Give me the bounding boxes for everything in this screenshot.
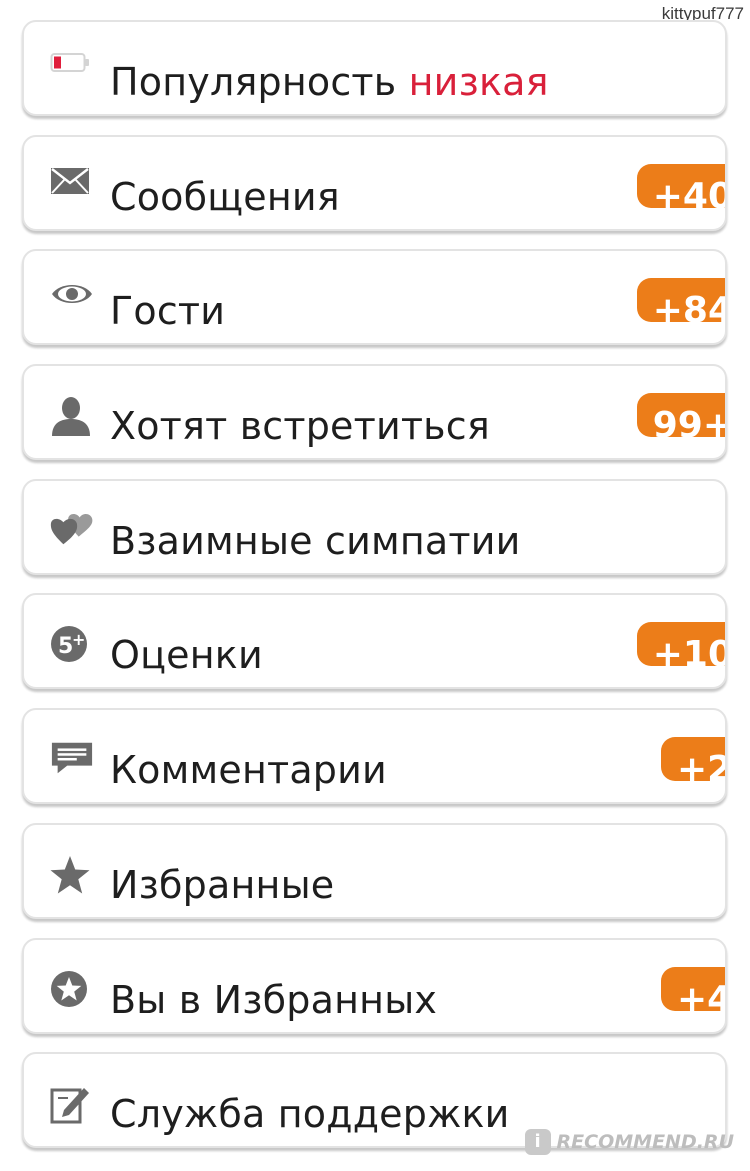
site-watermark: i RECOMMEND.RU bbox=[524, 1129, 734, 1155]
menu-item-in-favorites[interactable]: Вы в Избранных +4 bbox=[22, 937, 727, 1034]
counter-badge: +2 bbox=[661, 737, 725, 782]
menu-item-favorites[interactable]: Избранные bbox=[22, 822, 727, 919]
battery-low-icon bbox=[50, 52, 94, 88]
menu-item-label: Служба поддержки bbox=[110, 1092, 510, 1137]
menu-item-mutual-likes[interactable]: Взаимные симпатии bbox=[22, 478, 727, 575]
main-menu: Популярность низкая Сообщения +40 Гости … bbox=[22, 20, 727, 1167]
counter-badge: +10 bbox=[636, 622, 725, 667]
popularity-label: Популярность bbox=[110, 60, 397, 104]
menu-item-label: Взаимные симпатии bbox=[110, 518, 521, 563]
menu-item-messages[interactable]: Сообщения +40 bbox=[22, 134, 727, 231]
star-circle-icon bbox=[50, 970, 94, 1007]
menu-item-label: Избранные bbox=[110, 862, 335, 907]
counter-badge: +40 bbox=[636, 163, 725, 208]
star-icon bbox=[50, 855, 94, 894]
menu-item-ratings[interactable]: 5 + Оценки +10 bbox=[22, 593, 727, 690]
menu-item-comments[interactable]: Комментарии +2 bbox=[22, 708, 727, 805]
site-watermark-text: RECOMMEND.RU bbox=[556, 1131, 734, 1153]
menu-item-want-to-meet[interactable]: Хотят встретиться 99+ bbox=[22, 364, 727, 461]
menu-item-label: Популярность низкая bbox=[110, 59, 549, 105]
menu-item-label: Гости bbox=[110, 289, 226, 334]
svg-text:+: + bbox=[72, 630, 85, 649]
menu-item-popularity[interactable]: Популярность низкая bbox=[22, 20, 727, 116]
popularity-value: низкая bbox=[408, 60, 549, 104]
envelope-icon bbox=[50, 167, 94, 203]
counter-badge: +4 bbox=[661, 966, 725, 1011]
menu-item-label: Хотят встретиться bbox=[110, 404, 490, 449]
menu-item-label: Комментарии bbox=[110, 748, 387, 793]
eye-icon bbox=[50, 281, 94, 317]
counter-badge: +84 bbox=[636, 278, 725, 323]
site-logo-icon: i bbox=[524, 1129, 551, 1155]
menu-item-guests[interactable]: Гости +84 bbox=[22, 249, 727, 346]
hearts-icon bbox=[50, 511, 94, 547]
person-icon bbox=[50, 396, 94, 437]
menu-item-label: Вы в Избранных bbox=[110, 977, 438, 1022]
menu-item-label: Оценки bbox=[110, 633, 263, 678]
comment-icon bbox=[50, 740, 94, 776]
edit-icon bbox=[50, 1084, 94, 1124]
counter-badge: 99+ bbox=[636, 393, 725, 438]
rating-5plus-icon: 5 + bbox=[50, 625, 94, 663]
menu-item-label: Сообщения bbox=[110, 174, 340, 219]
